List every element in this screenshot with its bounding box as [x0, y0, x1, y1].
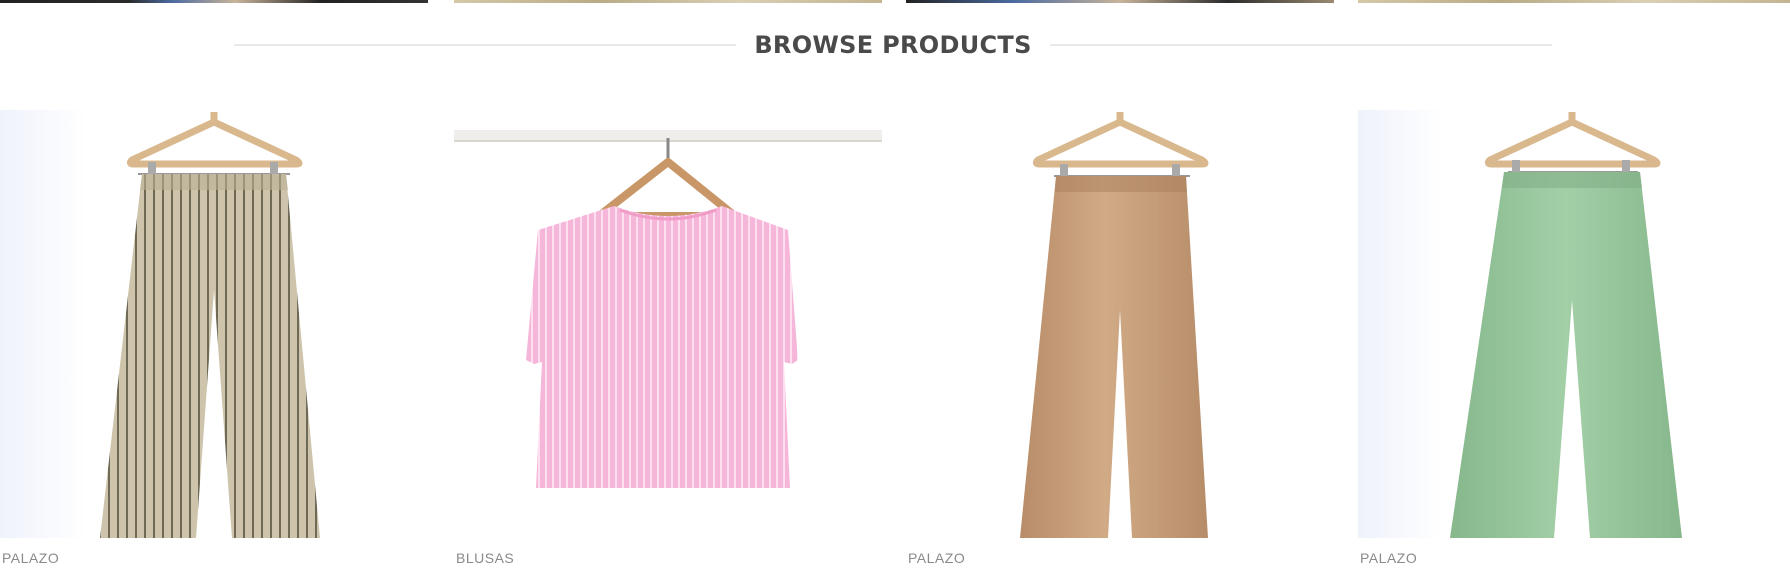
previous-row-image-3[interactable]: [906, 0, 1334, 3]
product-category[interactable]: PALAZO: [908, 550, 965, 566]
previous-row-strip: [0, 0, 1790, 3]
heading-rule-left: [234, 44, 737, 46]
section-header: BROWSE PRODUCTS: [234, 22, 1552, 68]
product-category[interactable]: PALAZO: [2, 550, 59, 566]
product-card[interactable]: PALAZO: [1358, 110, 1786, 568]
striped-palazo-pants-image[interactable]: [0, 110, 428, 538]
product-card[interactable]: BLUSAS: [454, 110, 882, 568]
previous-row-image-4[interactable]: [1358, 0, 1790, 3]
product-card[interactable]: PALAZO: [906, 110, 1334, 568]
section-title: BROWSE PRODUCTS: [754, 31, 1032, 59]
product-category[interactable]: PALAZO: [1360, 550, 1417, 566]
green-palazo-pants-image[interactable]: [1358, 110, 1786, 538]
product-category[interactable]: BLUSAS: [456, 550, 514, 566]
previous-row-image-2[interactable]: [454, 0, 882, 3]
product-grid: PALAZO BLUSAS PALAZO PALAZO: [0, 110, 1790, 568]
heading-rule-right: [1049, 44, 1552, 46]
pink-striped-blouse-image[interactable]: [454, 110, 882, 538]
product-card[interactable]: PALAZO: [0, 110, 428, 568]
camel-palazo-pants-image[interactable]: [906, 110, 1334, 538]
previous-row-image-1[interactable]: [0, 0, 428, 3]
